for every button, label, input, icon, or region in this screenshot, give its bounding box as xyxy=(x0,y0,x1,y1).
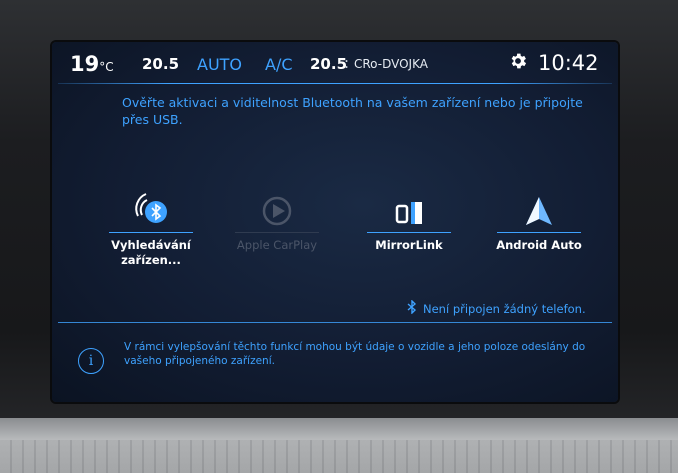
connection-tiles: Vyhledávání zařízen... Apple CarPlay Mir… xyxy=(92,182,592,312)
mirrorlink-icon xyxy=(354,188,464,228)
clock: 10:42 xyxy=(538,51,599,75)
auto-climate-button[interactable]: AUTO xyxy=(197,55,242,74)
separator: : xyxy=(344,54,350,72)
tile-label-line1: Android Auto xyxy=(496,238,582,252)
dashboard-trim xyxy=(0,418,678,473)
tile-underline xyxy=(109,232,193,233)
status-bar: 19°C 20.5 AUTO A/C 20.5 : CRo-DVOJKA 10:… xyxy=(52,42,618,82)
tile-label-line1: Vyhledávání xyxy=(111,238,191,252)
privacy-info-text: V rámci vylepšování těchto funkcí mohou … xyxy=(124,341,586,367)
bluetooth-status: Není připojen žádný telefon. xyxy=(407,299,586,317)
temperature-unit: °C xyxy=(99,60,114,74)
info-icon[interactable]: i xyxy=(78,348,104,374)
android-auto-icon xyxy=(484,188,594,228)
status-divider xyxy=(58,83,612,84)
tile-label-line1: MirrorLink xyxy=(375,238,443,252)
bottom-divider xyxy=(58,322,612,323)
privacy-info-bar: i V rámci vylepšování těchto funkcí moho… xyxy=(52,338,618,388)
tile-underline xyxy=(497,232,581,233)
infotainment-screen: 19°C 20.5 AUTO A/C 20.5 : CRo-DVOJKA 10:… xyxy=(52,42,618,402)
tile-label-line1: Apple CarPlay xyxy=(236,238,318,252)
bluetooth-search-icon xyxy=(96,188,206,228)
left-temperature-value: 19 xyxy=(70,52,100,76)
bluetooth-status-text: Není připojen žádný telefon. xyxy=(423,301,586,316)
right-temperature[interactable]: 20.5 xyxy=(310,55,347,73)
tile-android-auto[interactable]: Android Auto xyxy=(484,188,594,253)
fan-value[interactable]: 20.5 xyxy=(142,55,179,73)
bluetooth-icon xyxy=(407,299,417,317)
tile-label-line2: zařízen... xyxy=(121,253,181,267)
tile-bluetooth-search[interactable]: Vyhledávání zařízen... xyxy=(96,188,206,268)
bluetooth-instruction-message: Ověřte aktivaci a viditelnost Bluetooth … xyxy=(122,95,583,127)
ac-button[interactable]: A/C xyxy=(265,55,293,74)
left-temperature[interactable]: 19°C xyxy=(70,52,114,76)
tile-apple-carplay[interactable]: Apple CarPlay xyxy=(222,188,332,253)
tile-mirrorlink[interactable]: MirrorLink xyxy=(354,188,464,253)
radio-station-name[interactable]: CRo-DVOJKA xyxy=(354,57,428,71)
tile-underline xyxy=(367,232,451,233)
carplay-icon xyxy=(222,188,332,228)
tile-underline xyxy=(235,232,319,233)
gear-icon[interactable] xyxy=(508,51,528,76)
